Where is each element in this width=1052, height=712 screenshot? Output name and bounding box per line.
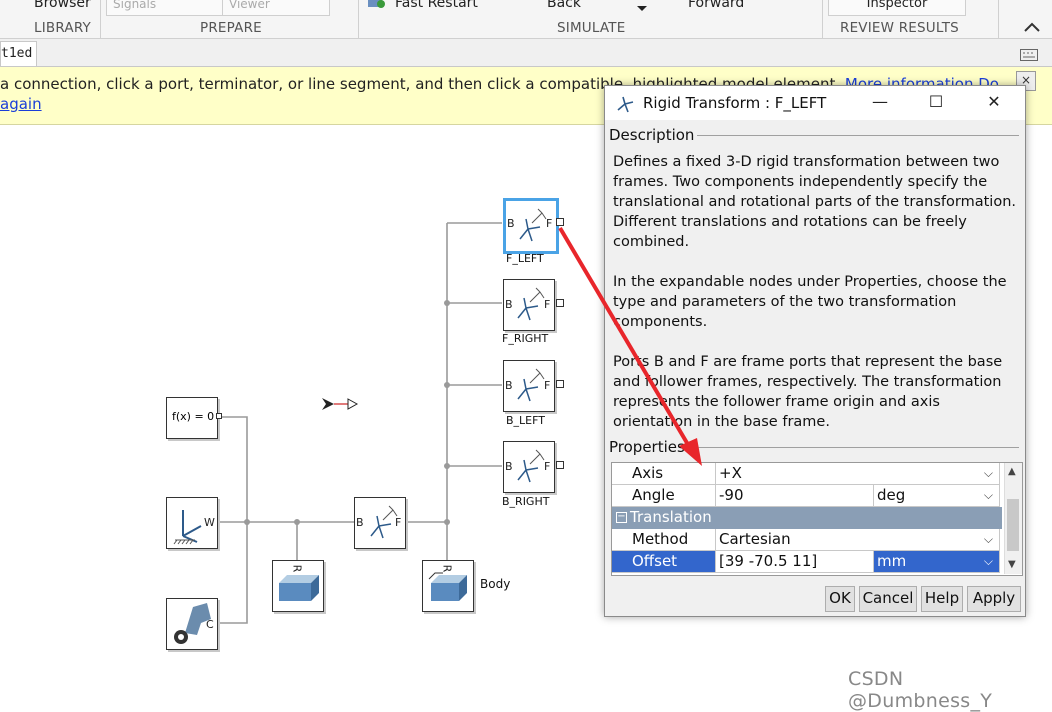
maximize-button[interactable]: ☐: [923, 92, 949, 112]
chevron-down-icon[interactable]: ⌵: [984, 485, 993, 506]
frame-port-marker[interactable]: [556, 299, 564, 307]
frame-label: B_LEFT: [506, 414, 545, 427]
scrollbar-thumb[interactable]: [1007, 499, 1019, 551]
angle-input[interactable]: -90: [716, 485, 874, 507]
frame-port-b: B: [505, 298, 513, 311]
chevron-down-icon[interactable]: ⌵: [984, 463, 993, 484]
world-port-w: W: [204, 516, 215, 529]
frame-transform-column: B F F_LEFT B F F_RIGHT B F B_LEFT B F B_…: [500, 195, 564, 595]
close-button[interactable]: ✕: [981, 92, 1007, 112]
frame-port-marker[interactable]: [556, 218, 564, 226]
offset-unit: mm: [877, 552, 907, 570]
cancel-button[interactable]: Cancel: [859, 586, 917, 612]
axis-value: +X: [719, 464, 742, 482]
properties-scrollbar[interactable]: ▲ ▼: [1004, 463, 1022, 574]
mechanism-configuration-block[interactable]: C: [166, 598, 218, 650]
frame-port-f: F: [544, 379, 551, 392]
frame-port-f: F: [544, 460, 551, 473]
world-frame-block[interactable]: W: [166, 497, 218, 549]
frame-port-f: F: [544, 298, 551, 311]
rigid-transform-icon: [615, 94, 635, 118]
scroll-up-icon[interactable]: ▲: [1008, 466, 1016, 477]
watermark: CSDN @Dumbness_Y: [848, 668, 993, 712]
frame-port-marker[interactable]: [556, 380, 564, 388]
scroll-down-icon[interactable]: ▼: [1008, 559, 1016, 570]
minimize-button[interactable]: —: [867, 92, 893, 112]
block-parameters-dialog: Rigid Transform : F_LEFT — ☐ ✕ Descripti…: [604, 85, 1026, 617]
offset-input[interactable]: [39 -70.5 11]: [716, 551, 874, 573]
frame-port-b: B: [505, 460, 513, 473]
dialog-title-bar[interactable]: Rigid Transform : F_LEFT — ☐ ✕: [605, 86, 1025, 120]
axis-dropdown[interactable]: +X ⌵: [716, 463, 1000, 485]
property-row-offset[interactable]: Offset [39 -70.5 11] mm ⌵: [612, 551, 1002, 573]
solver-port[interactable]: [216, 413, 222, 419]
frame-port-marker[interactable]: [556, 461, 564, 469]
frame-port-f: F: [546, 217, 553, 230]
solver-configuration-block[interactable]: f(x) = 0: [166, 397, 218, 439]
frame-block-f-left[interactable]: B F: [503, 198, 559, 254]
apply-button[interactable]: Apply: [967, 586, 1021, 612]
dialog-title: Rigid Transform : F_LEFT: [643, 94, 827, 112]
frame-block-b-right[interactable]: B F: [503, 441, 555, 493]
transform-port-b: B: [356, 516, 364, 529]
frame-label: F_RIGHT: [502, 332, 549, 345]
angle-unit: deg: [877, 486, 906, 504]
angle-unit-dropdown[interactable]: deg ⌵: [874, 485, 1000, 507]
translation-group-label: Translation: [630, 508, 712, 526]
solid-block[interactable]: R: [272, 560, 324, 612]
frame-port-b: B: [507, 217, 515, 230]
property-row-method[interactable]: Method Cartesian ⌵: [612, 529, 1002, 551]
frame-block-b-left[interactable]: B F: [503, 360, 555, 412]
connection-cursor-icon: [322, 398, 359, 410]
solid-port-r: R: [290, 564, 304, 573]
property-name: Angle: [612, 485, 716, 507]
chevron-down-icon[interactable]: ⌵: [984, 529, 993, 550]
ok-button[interactable]: OK: [825, 586, 855, 612]
frame-block-f-right[interactable]: B F: [503, 279, 555, 331]
properties-header: Properties: [609, 438, 685, 456]
description-header: Description: [609, 126, 695, 144]
description-paragraph: Ports B and F are frame ports that repre…: [613, 354, 1003, 430]
divider: [697, 135, 1019, 136]
body-solid-block[interactable]: R: [422, 560, 474, 612]
transform-port-f: F: [395, 516, 402, 529]
frame-label: F_LEFT: [506, 252, 544, 265]
property-row-angle[interactable]: Angle -90 deg ⌵: [612, 485, 1002, 507]
description-text: Defines a fixed 3-D rigid transformation…: [613, 152, 1017, 452]
property-row-axis[interactable]: Axis +X ⌵: [612, 463, 1002, 485]
property-name: Method: [612, 529, 716, 551]
divider: [689, 447, 1019, 448]
offset-unit-dropdown[interactable]: mm ⌵: [874, 551, 1000, 573]
description-paragraph: Defines a fixed 3-D rigid transformation…: [613, 154, 1017, 250]
chevron-down-icon[interactable]: ⌵: [984, 551, 993, 572]
property-name: Offset: [612, 551, 716, 573]
description-paragraph: In the expandable nodes under Properties…: [613, 274, 1007, 330]
body-port-r: R: [440, 564, 454, 573]
frame-port-b: B: [505, 379, 513, 392]
config-port-c: C: [206, 618, 214, 631]
solver-block-label: f(x) = 0: [172, 410, 215, 423]
rigid-transform-block[interactable]: B F: [354, 497, 406, 549]
help-button[interactable]: Help: [921, 586, 963, 612]
property-name: Axis: [612, 463, 716, 485]
frame-label: B_RIGHT: [502, 495, 550, 508]
method-value: Cartesian: [719, 530, 791, 548]
properties-grid: Axis +X ⌵ Angle -90 deg ⌵ − Translation …: [611, 462, 1023, 576]
collapse-icon[interactable]: −: [616, 512, 627, 523]
property-group-translation[interactable]: − Translation: [612, 507, 1002, 529]
method-dropdown[interactable]: Cartesian ⌵: [716, 529, 1000, 551]
